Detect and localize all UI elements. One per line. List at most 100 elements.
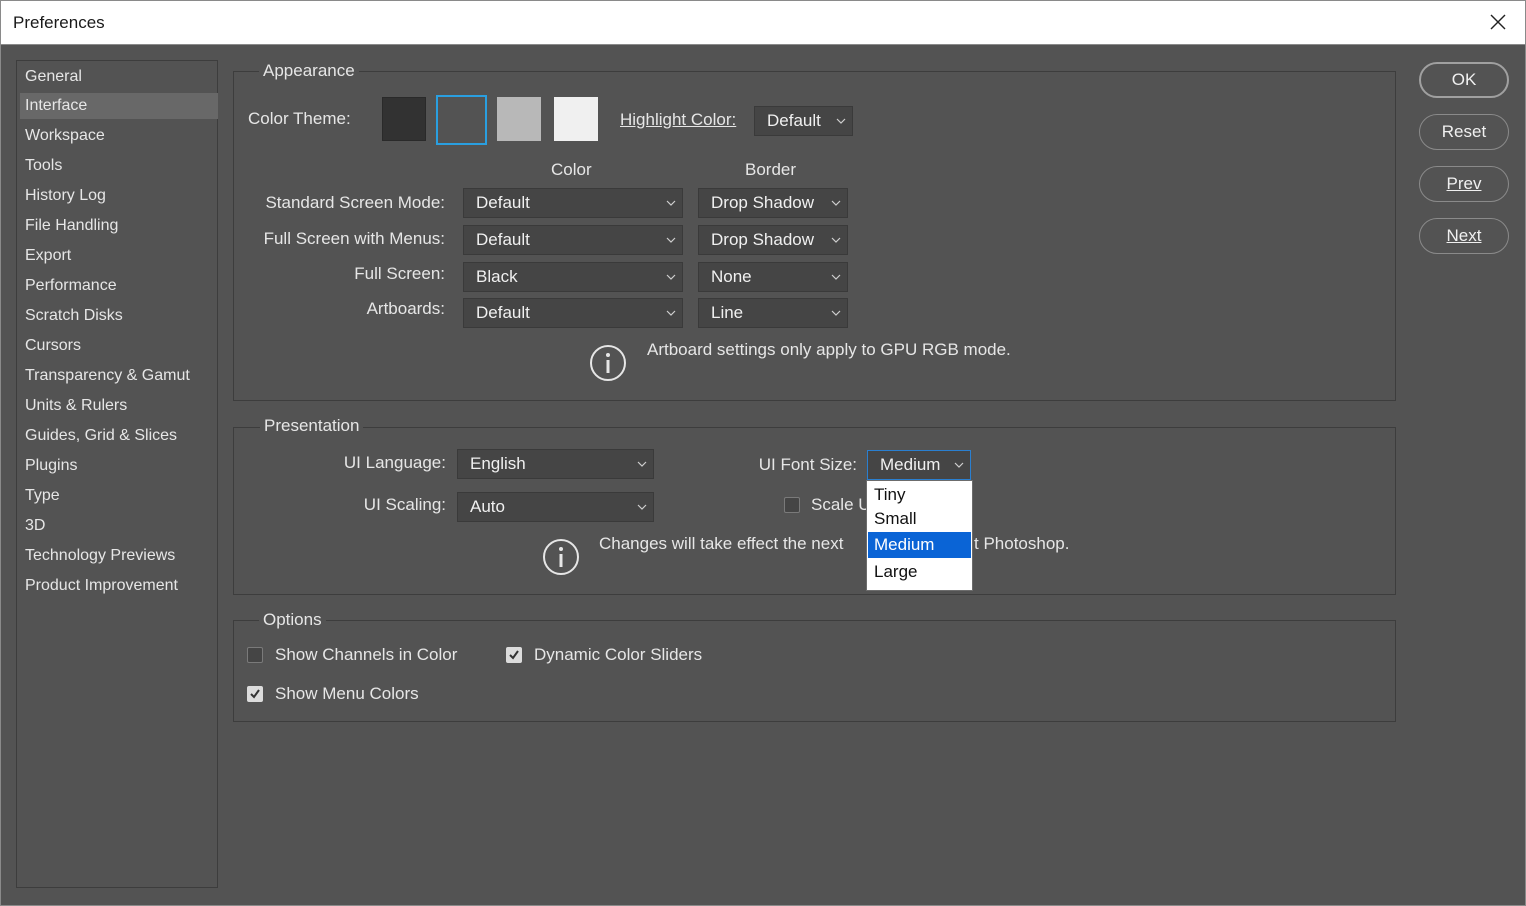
chevron-down-icon <box>831 237 841 243</box>
standard-screen-color-select[interactable]: Default <box>463 188 683 218</box>
sidebar-item-cursors[interactable]: Cursors <box>20 333 218 359</box>
font-size-option-medium[interactable]: Medium <box>868 532 971 558</box>
show-menu-colors-checkbox[interactable] <box>247 686 263 702</box>
artboards-label: Artboards: <box>366 299 445 318</box>
show-channels-checkbox[interactable] <box>247 647 263 663</box>
sidebar-item-export[interactable]: Export <box>20 243 218 269</box>
info-icon <box>590 345 626 381</box>
full-screen-border-select[interactable]: None <box>698 262 848 292</box>
reset-button[interactable]: Reset <box>1419 114 1509 150</box>
dynamic-color-sliders-label: Dynamic Color Sliders <box>534 645 703 664</box>
sidebar-item-file-handling[interactable]: File Handling <box>20 213 218 239</box>
highlight-color-select[interactable]: Default <box>754 106 853 136</box>
dynamic-color-sliders-checkbox[interactable] <box>506 647 522 663</box>
full-screen-border-value: None <box>711 267 752 286</box>
sidebar-item-general[interactable]: General <box>20 64 218 90</box>
sidebar-item-tools[interactable]: Tools <box>20 153 218 179</box>
chevron-down-icon <box>666 310 676 316</box>
chevron-down-icon <box>666 274 676 280</box>
chevron-down-icon <box>831 274 841 280</box>
chevron-down-icon <box>637 504 647 510</box>
check-icon <box>250 689 260 699</box>
ui-language-label: UI Language: <box>343 453 446 472</box>
chevron-down-icon <box>831 200 841 206</box>
ui-language-select[interactable]: English <box>457 449 654 479</box>
ui-language-value: English <box>470 454 526 473</box>
color-theme-label: Color Theme: <box>248 109 351 128</box>
show-channels-label: Show Channels in Color <box>275 645 458 664</box>
prev-button-label: Prev <box>1446 174 1482 193</box>
full-screen-menus-color-value: Default <box>476 230 530 249</box>
scale-ui-label: Scale U <box>811 495 871 514</box>
artboards-border-select[interactable]: Line <box>698 298 848 328</box>
sidebar-item-history-log[interactable]: History Log <box>20 183 218 209</box>
chevron-down-icon <box>666 237 676 243</box>
sidebar-item-guides-grid-slices[interactable]: Guides, Grid & Slices <box>20 423 218 449</box>
font-size-dropdown: Tiny Small Medium Large <box>866 480 973 591</box>
theme-swatch-dark[interactable] <box>436 95 487 145</box>
highlight-color-label: Highlight Color: <box>620 110 737 129</box>
sidebar-item-scratch-disks[interactable]: Scratch Disks <box>20 303 218 329</box>
sidebar-item-performance[interactable]: Performance <box>20 273 218 299</box>
ui-font-size-label: UI Font Size: <box>758 455 857 474</box>
border-column-header: Border <box>745 160 797 179</box>
chevron-down-icon <box>954 462 964 468</box>
chevron-down-icon <box>836 118 846 124</box>
full-screen-color-value: Black <box>476 267 518 286</box>
presentation-legend: Presentation <box>260 416 364 436</box>
sidebar-item-units-rulers[interactable]: Units & Rulers <box>20 393 218 419</box>
chevron-down-icon <box>831 310 841 316</box>
full-screen-label: Full Screen: <box>354 264 445 283</box>
sidebar-item-product-improvement[interactable]: Product Improvement <box>20 573 218 599</box>
full-screen-menus-border-select[interactable]: Drop Shadow <box>698 225 848 255</box>
sidebar-item-type[interactable]: Type <box>20 483 218 509</box>
scale-ui-checkbox[interactable] <box>784 497 800 513</box>
sidebar-item-3d[interactable]: 3D <box>20 513 218 539</box>
theme-swatch-darkest[interactable] <box>382 97 426 141</box>
sidebar-item-technology-previews[interactable]: Technology Previews <box>20 543 218 569</box>
ok-button[interactable]: OK <box>1419 62 1509 98</box>
ui-scaling-select[interactable]: Auto <box>457 492 654 522</box>
standard-screen-color-value: Default <box>476 193 530 212</box>
standard-screen-border-value: Drop Shadow <box>711 193 815 212</box>
window-title: Preferences <box>13 13 105 32</box>
sidebar-item-plugins[interactable]: Plugins <box>20 453 218 479</box>
font-size-option-small[interactable]: Small <box>868 506 971 532</box>
chevron-down-icon <box>666 200 676 206</box>
color-column-header: Color <box>551 160 592 179</box>
sidebar-item-interface[interactable]: Interface <box>20 93 218 119</box>
theme-swatch-light[interactable] <box>554 97 598 141</box>
artboards-border-value: Line <box>711 303 744 322</box>
artboard-info-text: Artboard settings only apply to GPU RGB … <box>647 340 1011 359</box>
theme-swatch-medium-gray[interactable] <box>497 97 541 141</box>
sidebar-item-transparency-gamut[interactable]: Transparency & Gamut <box>20 363 218 389</box>
full-screen-menus-border-value: Drop Shadow <box>711 230 815 249</box>
full-screen-menus-label: Full Screen with Menus: <box>263 229 445 248</box>
changes-info-text: Changes will take effect the next <box>599 534 844 553</box>
check-icon <box>509 650 519 660</box>
options-legend: Options <box>259 610 326 630</box>
full-screen-menus-color-select[interactable]: Default <box>463 225 683 255</box>
options-group <box>233 620 1396 722</box>
font-size-option-tiny[interactable]: Tiny <box>868 482 971 508</box>
highlight-color-value: Default <box>767 111 821 130</box>
changes-info-text-tail: t Photoshop. <box>974 534 1070 553</box>
artboards-color-value: Default <box>476 303 530 322</box>
artboards-color-select[interactable]: Default <box>463 298 683 328</box>
prev-button[interactable]: Prev <box>1419 166 1509 202</box>
chevron-down-icon <box>637 461 647 467</box>
standard-screen-border-select[interactable]: Drop Shadow <box>698 188 848 218</box>
full-screen-color-select[interactable]: Black <box>463 262 683 292</box>
sidebar-item-workspace[interactable]: Workspace <box>20 123 218 149</box>
ui-scaling-label: UI Scaling: <box>363 495 446 514</box>
ui-font-size-value: Medium <box>880 455 941 474</box>
ui-font-size-select[interactable]: Medium <box>867 450 971 480</box>
font-size-option-large[interactable]: Large <box>868 559 971 585</box>
standard-screen-mode-label: Standard Screen Mode: <box>265 193 445 212</box>
info-icon <box>543 539 579 575</box>
ui-scaling-value: Auto <box>470 497 505 516</box>
close-icon[interactable] <box>1485 9 1511 35</box>
next-button[interactable]: Next <box>1419 218 1509 254</box>
next-button-label: Next <box>1446 226 1482 245</box>
show-menu-colors-label: Show Menu Colors <box>275 684 419 703</box>
